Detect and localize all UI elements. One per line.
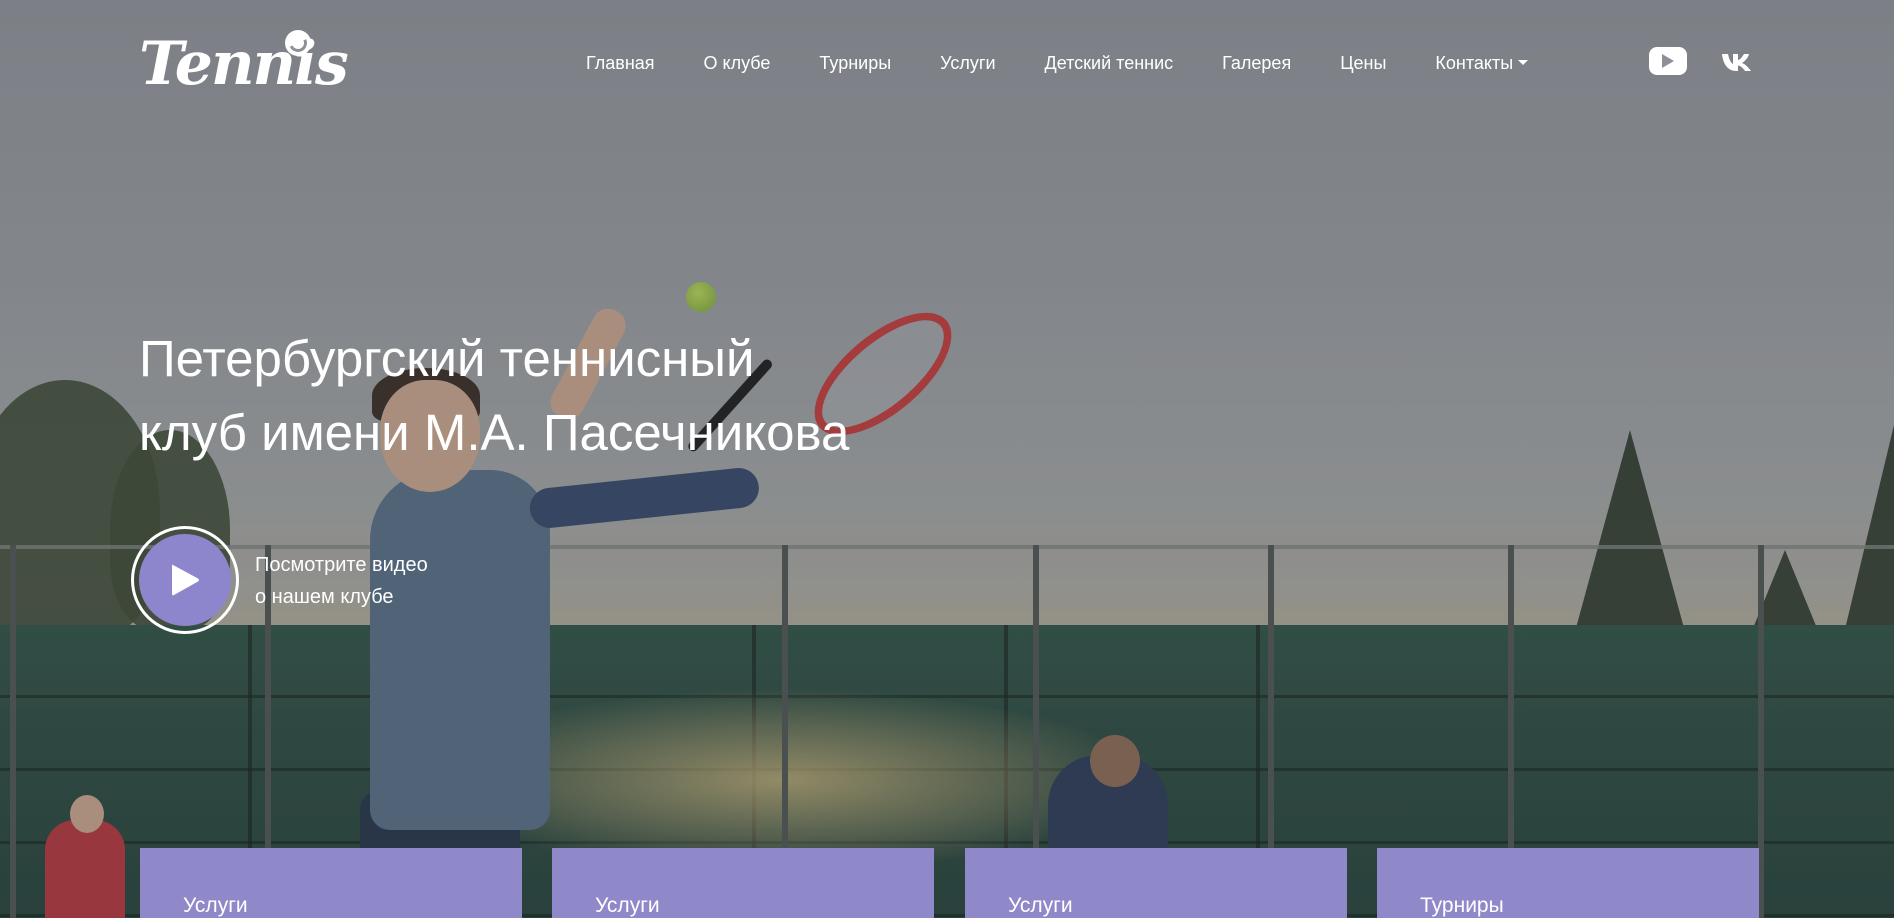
card-services-3[interactable]: Услуги bbox=[965, 848, 1347, 918]
card-tournaments[interactable]: Турниры bbox=[1377, 848, 1759, 918]
site-logo[interactable]: Tennis bbox=[139, 30, 349, 96]
play-icon bbox=[172, 564, 199, 596]
card-label: Услуги bbox=[1008, 894, 1073, 917]
hero-title: Петербургский теннисный клуб имени М.А. … bbox=[139, 322, 1039, 470]
video-caption-line-1: Посмотрите видео bbox=[255, 554, 428, 576]
hero-title-line-1: Петербургский теннисный bbox=[139, 330, 755, 387]
caret-down-icon bbox=[1518, 59, 1529, 65]
tennis-ball-icon bbox=[285, 30, 311, 56]
nav-item-tournaments[interactable]: Турниры bbox=[819, 50, 891, 76]
nav-item-prices[interactable]: Цены bbox=[1340, 50, 1386, 76]
main-nav: Главная О клубе Турниры Услуги Детский т… bbox=[586, 50, 1529, 76]
card-label: Турниры bbox=[1420, 894, 1504, 917]
video-caption-line-2: о нашем клубе bbox=[255, 586, 394, 608]
vk-icon bbox=[1722, 54, 1751, 71]
site-header: Tennis Главная О клубе Турниры Услуги Де… bbox=[0, 0, 1894, 126]
card-label: Услуги bbox=[595, 894, 660, 917]
play-video-button[interactable] bbox=[131, 526, 239, 634]
youtube-link[interactable] bbox=[1649, 47, 1687, 75]
card-services-1[interactable]: Услуги bbox=[140, 848, 522, 918]
youtube-icon bbox=[1662, 54, 1674, 68]
video-caption[interactable]: Посмотрите видео о нашем клубе bbox=[255, 549, 428, 613]
nav-item-services[interactable]: Услуги bbox=[940, 50, 995, 76]
nav-item-contacts-label: Контакты bbox=[1435, 53, 1514, 73]
card-services-2[interactable]: Услуги bbox=[552, 848, 934, 918]
feature-cards: Услуги Услуги Услуги Турниры bbox=[140, 848, 1760, 918]
play-button-circle bbox=[139, 534, 231, 626]
nav-item-contacts[interactable]: Контакты bbox=[1435, 50, 1529, 76]
hero-title-line-2: клуб имени М.А. Пасечникова bbox=[139, 404, 850, 461]
vk-link[interactable] bbox=[1720, 47, 1754, 77]
nav-item-home[interactable]: Главная bbox=[586, 50, 655, 76]
card-label: Услуги bbox=[183, 894, 248, 917]
nav-item-gallery[interactable]: Галерея bbox=[1222, 50, 1291, 76]
nav-item-kids-tennis[interactable]: Детский теннис bbox=[1045, 50, 1174, 76]
nav-item-about[interactable]: О клубе bbox=[704, 50, 771, 76]
